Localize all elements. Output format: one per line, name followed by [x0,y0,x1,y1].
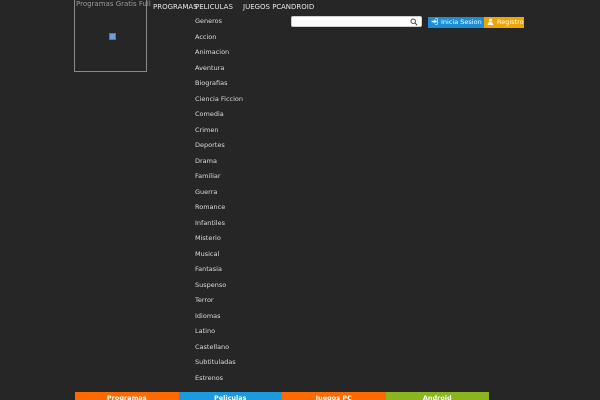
footer-tab-programas[interactable]: Programas [75,392,179,400]
genre-item[interactable]: Accion [195,33,243,49]
user-icon [487,18,494,25]
nav-item-programas[interactable]: PROGRAMAS [153,3,198,12]
register-label: Registro [497,18,524,26]
genre-item[interactable]: Infantiles [195,219,243,235]
footer-category-tabs: Programas Peliculas Juegos PC Android [75,392,489,400]
genre-item[interactable]: Estrenos [195,374,243,390]
site-logo[interactable]: Programas Gratis Full [74,0,151,72]
genre-item[interactable]: Deportes [195,141,243,157]
genre-item[interactable]: Comedia [195,110,243,126]
footer-tab-android[interactable]: Android [385,392,489,400]
genre-item[interactable]: Latino [195,327,243,343]
search-icon[interactable] [410,18,418,26]
login-label: Inicia Sesion [441,18,482,26]
genre-item[interactable]: Drama [195,157,243,173]
genre-item[interactable]: Misterio [195,234,243,250]
nav-item-juegos-pc[interactable]: JUEGOS PC [243,3,281,12]
search-input[interactable] [294,17,406,26]
logo-text: Programas Gratis Full [76,0,151,8]
genre-item[interactable]: Familiar [195,172,243,188]
broken-image-icon [109,33,116,40]
genre-item[interactable]: Terror [195,296,243,312]
genre-item[interactable]: Romance [195,203,243,219]
genre-item[interactable]: Guerra [195,188,243,204]
genre-item[interactable]: Castellano [195,343,243,359]
page: Programas Gratis Full PROGRAMAS PELICULA… [0,0,600,400]
genre-item[interactable]: Suspenso [195,281,243,297]
genre-item[interactable]: Biografias [195,79,243,95]
search-box [291,16,422,27]
genre-item[interactable]: Aventura [195,64,243,80]
register-button[interactable]: Registro [484,17,524,28]
nav-item-android[interactable]: ANDROID [281,3,314,12]
genre-item[interactable]: Idiomas [195,312,243,328]
sign-in-icon [431,18,438,25]
genres-dropdown-menu: Generos Accion Animacion Aventura Biogra… [195,17,243,389]
genre-item[interactable]: Animacion [195,48,243,64]
genre-item[interactable]: Crimen [195,126,243,142]
genre-item[interactable]: Ciencia Ficcion [195,95,243,111]
genre-item[interactable]: Fantasia [195,265,243,281]
login-button[interactable]: Inicia Sesion [428,17,484,28]
genre-item[interactable]: Musical [195,250,243,266]
footer-tab-peliculas[interactable]: Peliculas [178,392,282,400]
footer-tab-juegos-pc[interactable]: Juegos PC [282,392,386,400]
genres-header: Generos [195,17,223,25]
nav-item-peliculas[interactable]: PELICULAS [195,3,233,12]
genre-item[interactable]: Subtituladas [195,358,243,374]
